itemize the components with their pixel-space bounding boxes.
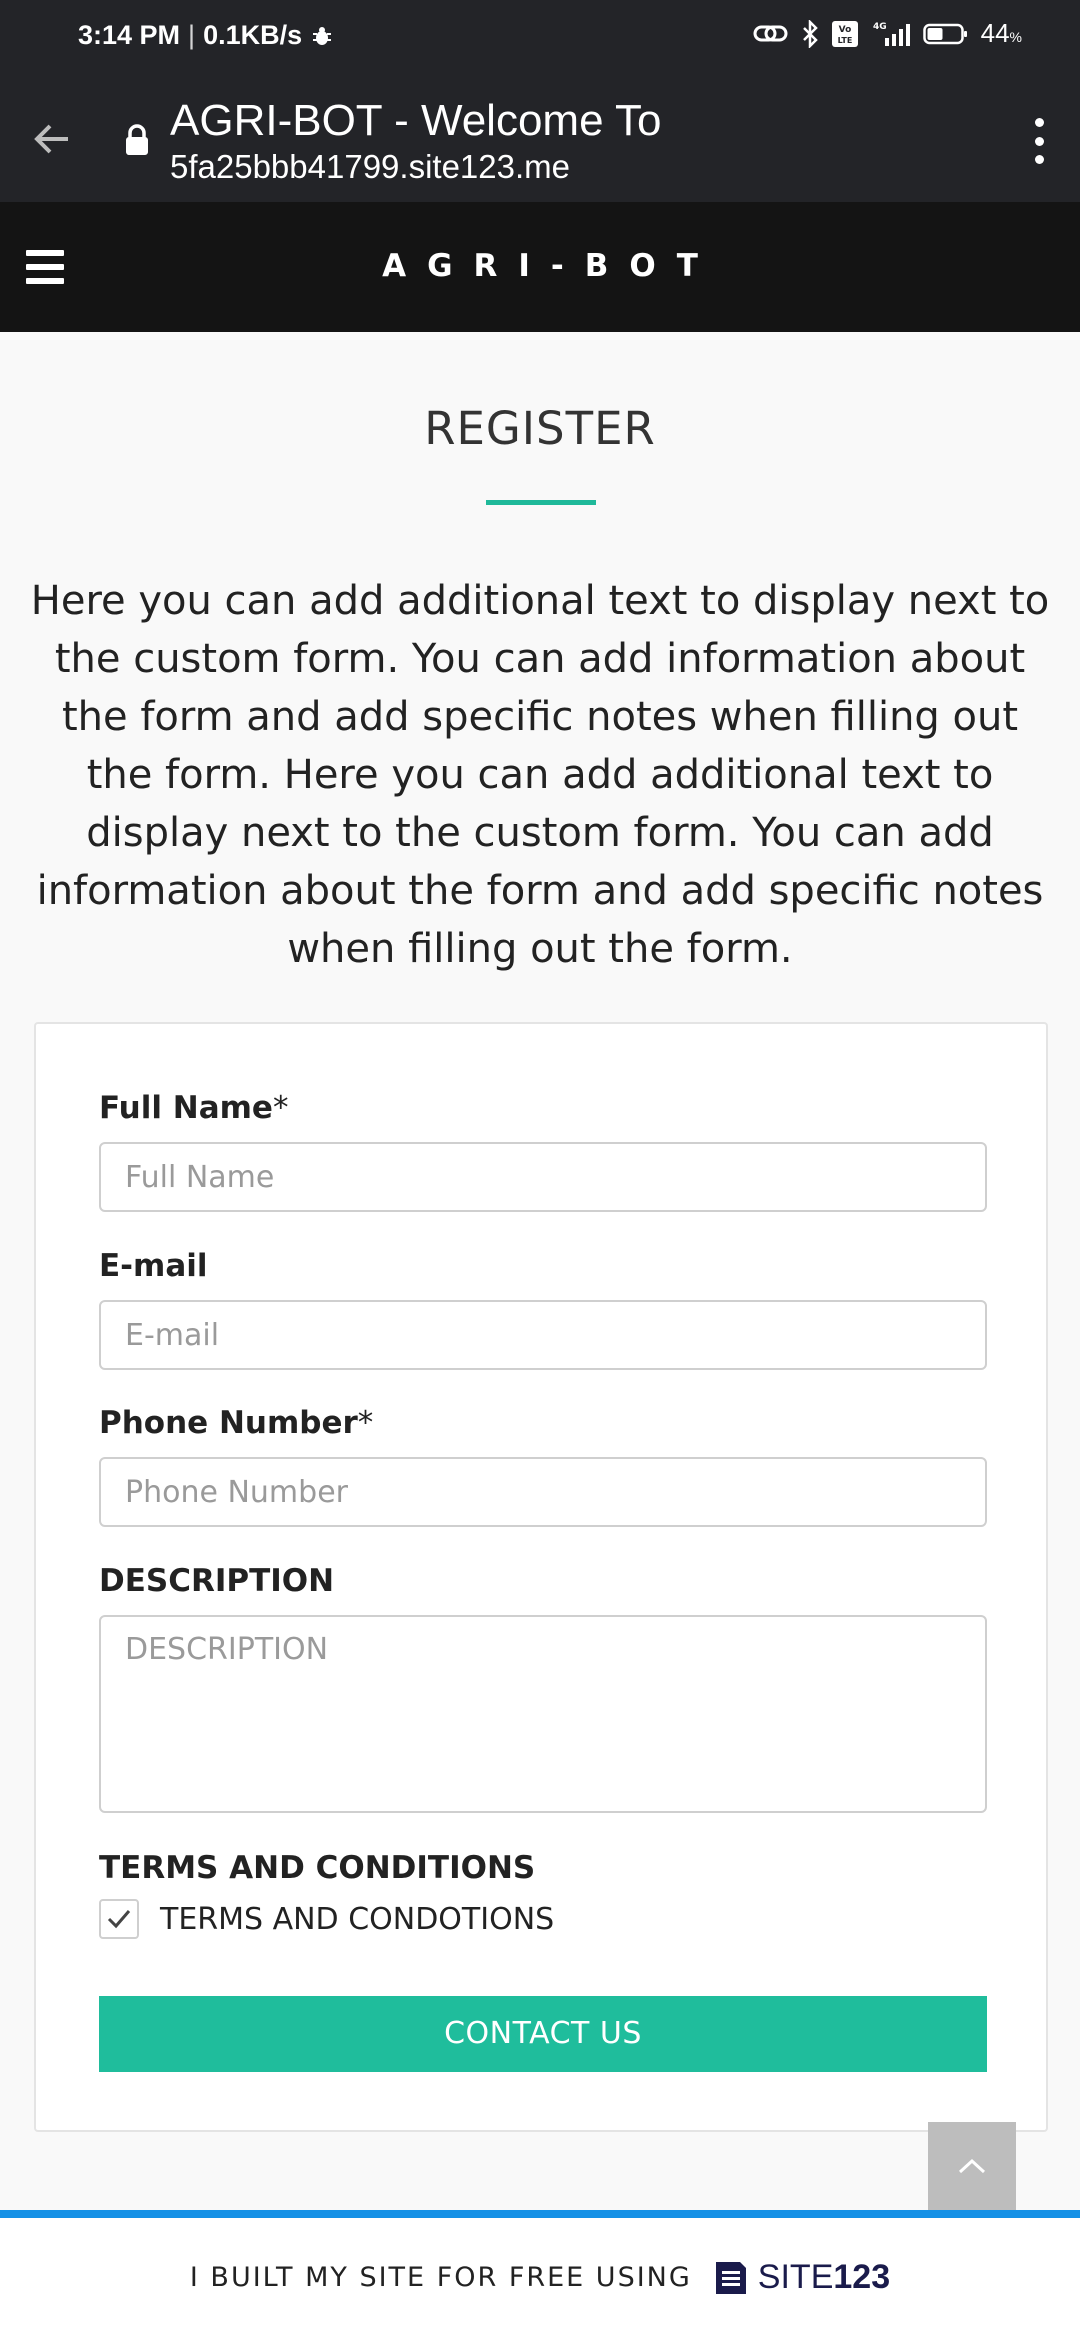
more-options-icon[interactable] <box>1032 118 1046 164</box>
link-icon <box>753 21 789 47</box>
back-arrow-icon[interactable] <box>28 114 78 164</box>
full-name-input[interactable] <box>99 1142 987 1212</box>
browser-toolbar: AGRI-BOT - Welcome To 5fa25bbb41799.site… <box>0 78 1080 202</box>
status-bar: 3:14 PM | 0.1KB/s Vo LTE 4G 44% <box>0 0 1080 78</box>
contact-us-button[interactable]: CONTACT US <box>99 1996 987 2072</box>
email-label: E-mail <box>99 1248 208 1284</box>
brand-123: 123 <box>833 2258 891 2296</box>
site-header: AGRI-BOT <box>0 202 1080 332</box>
svg-text:Vo: Vo <box>838 25 851 35</box>
register-form: Full Name* E-mail Phone Number* DESCRIPT… <box>34 1022 1048 2132</box>
status-right: Vo LTE 4G 44% <box>753 18 1022 49</box>
page-title[interactable]: AGRI-BOT - Welcome To <box>170 96 661 146</box>
checkmark-icon <box>107 1910 131 1929</box>
footer-text: I BUILT MY SITE FOR FREE USING <box>189 2262 692 2293</box>
email-input[interactable] <box>99 1300 987 1370</box>
svg-text:4G: 4G <box>873 22 887 32</box>
phone-input[interactable] <box>99 1457 987 1527</box>
battery-level: 44% <box>980 18 1022 48</box>
volte-icon: Vo LTE <box>831 20 859 48</box>
description-textarea[interactable] <box>99 1615 987 1813</box>
lock-icon <box>124 124 150 156</box>
svg-text:LTE: LTE <box>837 36 852 45</box>
status-separator: | <box>188 20 196 50</box>
footer-banner[interactable]: I BUILT MY SITE FOR FREE USING SITE123 <box>0 2210 1080 2340</box>
brand-site: SITE <box>757 2258 834 2296</box>
full-name-label: Full Name* <box>99 1090 289 1126</box>
site-logo[interactable]: AGRI-BOT <box>0 248 1080 284</box>
url-host[interactable]: 5fa25bbb41799.site123.me <box>170 148 570 186</box>
site123-icon <box>715 2261 746 2294</box>
battery-icon <box>922 22 969 46</box>
intro-text: Here you can add additional text to disp… <box>30 578 1050 972</box>
description-label: DESCRIPTION <box>99 1563 335 1599</box>
bug-notification-icon <box>310 24 334 48</box>
signal-icon: 4G <box>871 20 911 48</box>
terms-checkbox-label[interactable]: TERMS AND CONDOTIONS <box>160 1902 554 1937</box>
scroll-to-top-button[interactable] <box>928 2122 1016 2210</box>
title-divider <box>486 500 596 505</box>
chevron-up-icon <box>958 2158 986 2174</box>
bluetooth-icon <box>801 19 819 48</box>
status-time: 3:14 PM <box>78 20 181 50</box>
section-title: REGISTER <box>424 402 656 455</box>
phone-label: Phone Number* <box>99 1405 374 1441</box>
terms-heading: TERMS AND CONDITIONS <box>99 1850 536 1886</box>
site123-logo[interactable]: SITE123 <box>712 2258 890 2297</box>
terms-checkbox[interactable] <box>99 1899 139 1939</box>
status-speed: 0.1KB/s <box>203 20 303 50</box>
status-left: 3:14 PM | 0.1KB/s <box>78 20 334 51</box>
